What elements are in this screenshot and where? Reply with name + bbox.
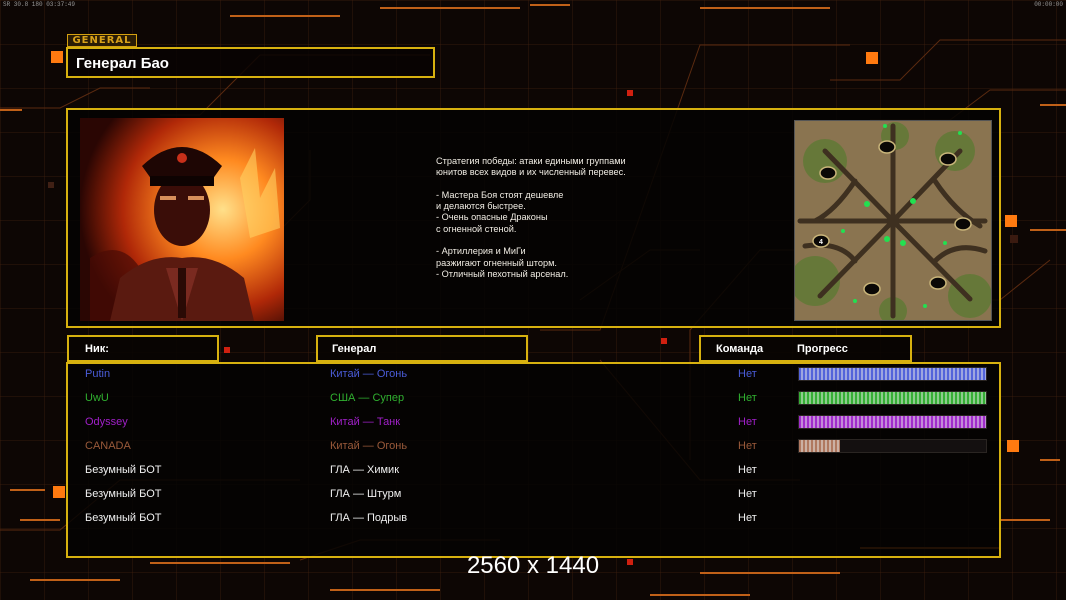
resolution-watermark: 2560 x 1440 bbox=[466, 552, 600, 579]
player-nick: UwU bbox=[85, 392, 109, 404]
header-nick-label: Ник: bbox=[85, 343, 109, 355]
strategy-description: Стратегия победы: атаки едиными группами… bbox=[436, 156, 626, 279]
column-header-general: Генерал bbox=[316, 335, 528, 362]
decor-square bbox=[1010, 235, 1018, 243]
header-team-label: Команда bbox=[716, 343, 764, 355]
player-general[interactable]: ГЛА — Штурм bbox=[330, 488, 401, 500]
load-progress-bar bbox=[798, 415, 987, 429]
player-general[interactable]: Китай — Огонь bbox=[330, 440, 407, 452]
player-nick: Безумный БОТ bbox=[85, 464, 162, 476]
player-nick: Odyssey bbox=[85, 416, 128, 428]
hud-fps-readout: SR 30.8 180 03:37:49 bbox=[3, 1, 76, 8]
header-general-label: Генерал bbox=[332, 343, 377, 355]
map-preview: 4 bbox=[794, 120, 992, 321]
player-row[interactable]: Безумный БОТ ГЛА — Подрыв Нет bbox=[0, 506, 1066, 530]
decor-square bbox=[866, 52, 878, 64]
column-header-nick: Ник: bbox=[67, 335, 219, 362]
player-general[interactable]: Китай — Танк bbox=[330, 416, 400, 428]
decor-square bbox=[48, 182, 54, 188]
player-row[interactable]: UwU США — Супер Нет bbox=[0, 386, 1066, 410]
decor-square bbox=[661, 338, 667, 344]
player-row[interactable]: Безумный БОТ ГЛА — Штурм Нет bbox=[0, 482, 1066, 506]
player-team[interactable]: Нет bbox=[738, 464, 757, 476]
load-progress-fill bbox=[799, 392, 986, 404]
load-progress-fill bbox=[799, 368, 986, 380]
player-row[interactable]: Безумный БОТ ГЛА — Химик Нет bbox=[0, 458, 1066, 482]
column-header-team-progress: Команда Прогресс bbox=[699, 335, 912, 362]
general-tag: GENERAL bbox=[67, 34, 137, 47]
decor-square bbox=[1005, 215, 1017, 227]
player-general[interactable]: Китай — Огонь bbox=[330, 368, 407, 380]
load-progress-fill bbox=[799, 416, 986, 428]
load-progress-bar bbox=[798, 391, 987, 405]
player-row[interactable]: Odyssey Китай — Танк Нет bbox=[0, 410, 1066, 434]
player-team[interactable]: Нет bbox=[738, 488, 757, 500]
general-title-box: Генерал Бао bbox=[66, 47, 435, 78]
load-progress-bar bbox=[798, 439, 987, 453]
player-nick: Безумный БОТ bbox=[85, 488, 162, 500]
decor-square bbox=[224, 347, 230, 353]
player-row[interactable]: CANADA Китай — Огонь Нет bbox=[0, 434, 1066, 458]
player-team[interactable]: Нет bbox=[738, 392, 757, 404]
general-portrait bbox=[80, 118, 284, 321]
decor-square bbox=[51, 51, 63, 63]
load-progress-bar bbox=[798, 367, 987, 381]
player-nick: Безумный БОТ bbox=[85, 512, 162, 524]
header-progress-label: Прогресс bbox=[797, 343, 848, 355]
start-position-label: 4 bbox=[819, 239, 823, 246]
player-nick: CANADA bbox=[85, 440, 131, 452]
player-team[interactable]: Нет bbox=[738, 368, 757, 380]
hud-clock: 00:00:00 bbox=[1034, 1, 1063, 8]
decor-square bbox=[627, 90, 633, 96]
player-team[interactable]: Нет bbox=[738, 512, 757, 524]
player-team[interactable]: Нет bbox=[738, 440, 757, 452]
player-nick: Putin bbox=[85, 368, 111, 380]
player-row[interactable]: Putin Китай — Огонь Нет bbox=[0, 362, 1066, 386]
player-general[interactable]: США — Супер bbox=[330, 392, 404, 404]
player-team[interactable]: Нет bbox=[738, 416, 757, 428]
load-progress-fill bbox=[799, 440, 841, 452]
player-general[interactable]: ГЛА — Химик bbox=[330, 464, 399, 476]
player-general[interactable]: ГЛА — Подрыв bbox=[330, 512, 407, 524]
general-name: Генерал Бао bbox=[76, 55, 169, 72]
